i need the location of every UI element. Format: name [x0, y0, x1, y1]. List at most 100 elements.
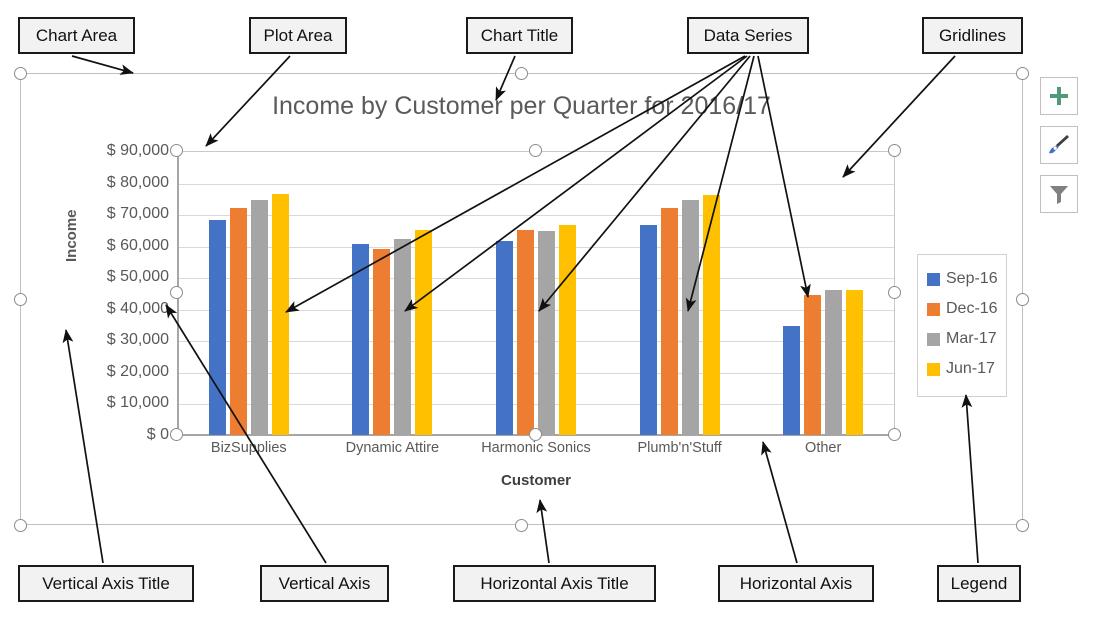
data-series-bar[interactable] — [846, 289, 864, 435]
data-series-bar[interactable] — [495, 240, 513, 435]
data-series-bar[interactable] — [558, 225, 576, 435]
callout-chart-area: Chart Area — [18, 17, 135, 54]
vertical-axis-tick-label: $ 60,000 — [106, 236, 169, 254]
data-series-bar[interactable] — [394, 239, 412, 435]
chart-resize-handle-nw[interactable] — [14, 67, 27, 80]
paintbrush-icon — [1049, 135, 1069, 154]
data-series-bar[interactable] — [373, 248, 391, 435]
legend-swatch-icon — [927, 302, 940, 316]
data-series-bar[interactable] — [825, 289, 843, 435]
callout-gridlines: Gridlines — [922, 17, 1023, 54]
horizontal-axis[interactable]: BizSupplies Dynamic Attire Harmonic Sonics… — [177, 440, 895, 464]
vertical-axis[interactable]: $ 90,000 $ 80,000 $ 70,000 $ 60,000 $ 50,000… — [21, 142, 169, 443]
vertical-axis-tick-label: $ 0 — [146, 426, 169, 443]
callout-label: Vertical Axis Title — [42, 574, 170, 593]
data-series-bar[interactable] — [783, 326, 801, 435]
callout-horizontal-axis-title: Horizontal Axis Title — [453, 565, 656, 602]
chart-resize-handle-ne[interactable] — [1016, 67, 1029, 80]
chart-resize-handle-e[interactable] — [1016, 293, 1029, 306]
chart-styles-button[interactable] — [1040, 126, 1078, 164]
callout-label: Horizontal Axis — [739, 574, 853, 593]
bar-group — [177, 151, 321, 435]
chart-resize-handle-sw[interactable] — [14, 519, 27, 532]
data-series-bar[interactable] — [660, 208, 678, 435]
callout-chart-title: Chart Title — [466, 17, 573, 54]
legend-swatch-icon — [927, 332, 940, 346]
horizontal-axis-tick-label: BizSupplies — [210, 440, 287, 456]
callout-vertical-axis-title: Vertical Axis Title — [18, 565, 194, 602]
data-series-bar[interactable] — [639, 225, 657, 435]
data-series-bar[interactable] — [516, 229, 534, 435]
vertical-axis-tick-label: $ 40,000 — [106, 299, 169, 317]
bar-group — [608, 151, 752, 435]
data-series-bar[interactable] — [537, 231, 555, 435]
legend-swatch-icon — [927, 272, 940, 286]
vertical-axis-tick-label: $ 50,000 — [106, 268, 169, 286]
legend-item[interactable]: Mar-17 — [927, 324, 1006, 354]
chart-title[interactable]: Income by Customer per Quarter for 2016/… — [21, 92, 1022, 121]
bar-group — [464, 151, 608, 435]
callout-plot-area: Plot Area — [249, 17, 347, 54]
data-series-bar[interactable] — [415, 229, 433, 435]
callout-legend: Legend — [937, 565, 1021, 602]
callout-vertical-axis: Vertical Axis — [260, 565, 389, 602]
callout-label: Plot Area — [263, 26, 333, 45]
data-series-container — [177, 151, 895, 435]
vertical-axis-tick-label: $ 30,000 — [106, 331, 169, 349]
plot-resize-handle-w[interactable] — [170, 286, 183, 299]
vertical-axis-tick-label: $ 90,000 — [106, 142, 169, 159]
legend-item-label: Jun-17 — [946, 360, 995, 377]
data-series-bar[interactable] — [229, 208, 247, 435]
callout-label: Gridlines — [938, 26, 1007, 45]
chart-resize-handle-n[interactable] — [515, 67, 528, 80]
legend[interactable]: Sep-16 Dec-16 Mar-17 Jun-17 — [917, 254, 1007, 397]
chart-resize-handle-s[interactable] — [515, 519, 528, 532]
chart-elements-button[interactable] — [1040, 77, 1078, 115]
bar-group — [321, 151, 465, 435]
plot-resize-handle-n[interactable] — [529, 144, 542, 157]
vertical-axis-tick-label: $ 10,000 — [106, 394, 169, 412]
data-series-bar[interactable] — [250, 199, 268, 435]
legend-item-label: Dec-16 — [946, 300, 998, 317]
plot-resize-handle-s[interactable] — [529, 428, 542, 441]
legend-item[interactable]: Jun-17 — [927, 354, 1006, 384]
callout-horizontal-axis: Horizontal Axis — [718, 565, 874, 602]
data-series-bar[interactable] — [804, 294, 822, 435]
vertical-axis-tick-label: $ 80,000 — [106, 173, 169, 191]
callout-label: Chart Area — [35, 26, 118, 45]
chart-resize-handle-w[interactable] — [14, 293, 27, 306]
horizontal-axis-tick-label: Harmonic Sonics — [481, 440, 591, 456]
data-series-bar[interactable] — [271, 193, 289, 435]
data-series-bar[interactable] — [352, 244, 370, 435]
callout-label: Chart Title — [480, 26, 559, 45]
legend-swatch-icon — [927, 362, 940, 376]
vertical-axis-title[interactable]: Income — [63, 209, 80, 262]
horizontal-axis-tick-label: Plumb'n'Stuff — [637, 440, 722, 456]
data-series-bar[interactable] — [702, 195, 720, 435]
legend-item-label: Mar-17 — [946, 330, 997, 347]
plot-resize-handle-sw[interactable] — [170, 428, 183, 441]
plot-resize-handle-se[interactable] — [888, 428, 901, 441]
horizontal-axis-title[interactable]: Customer — [177, 472, 895, 489]
callout-label: Legend — [950, 574, 1008, 593]
vertical-axis-tick-label: $ 20,000 — [106, 362, 169, 380]
bar-group — [751, 151, 895, 435]
data-series-bar[interactable] — [681, 199, 699, 435]
plot-resize-handle-e[interactable] — [888, 286, 901, 299]
plot-resize-handle-ne[interactable] — [888, 144, 901, 157]
data-series-bar[interactable] — [208, 220, 226, 435]
chart-area[interactable]: Income by Customer per Quarter for 2016/… — [14, 67, 1029, 532]
vertical-axis-tick-label: $ 70,000 — [106, 205, 169, 223]
plot-resize-handle-nw[interactable] — [170, 144, 183, 157]
legend-item[interactable]: Dec-16 — [927, 294, 1006, 324]
funnel-icon — [1050, 186, 1068, 204]
horizontal-axis-tick-label: Other — [805, 440, 842, 456]
callout-data-series: Data Series — [687, 17, 809, 54]
horizontal-axis-tick-label: Dynamic Attire — [345, 440, 440, 456]
chart-filters-button[interactable] — [1040, 175, 1078, 213]
legend-item[interactable]: Sep-16 — [927, 264, 1006, 294]
plus-icon — [1050, 87, 1068, 105]
chart-resize-handle-se[interactable] — [1016, 519, 1029, 532]
callout-label: Horizontal Axis Title — [480, 574, 629, 593]
callout-label: Vertical Axis — [278, 574, 371, 593]
